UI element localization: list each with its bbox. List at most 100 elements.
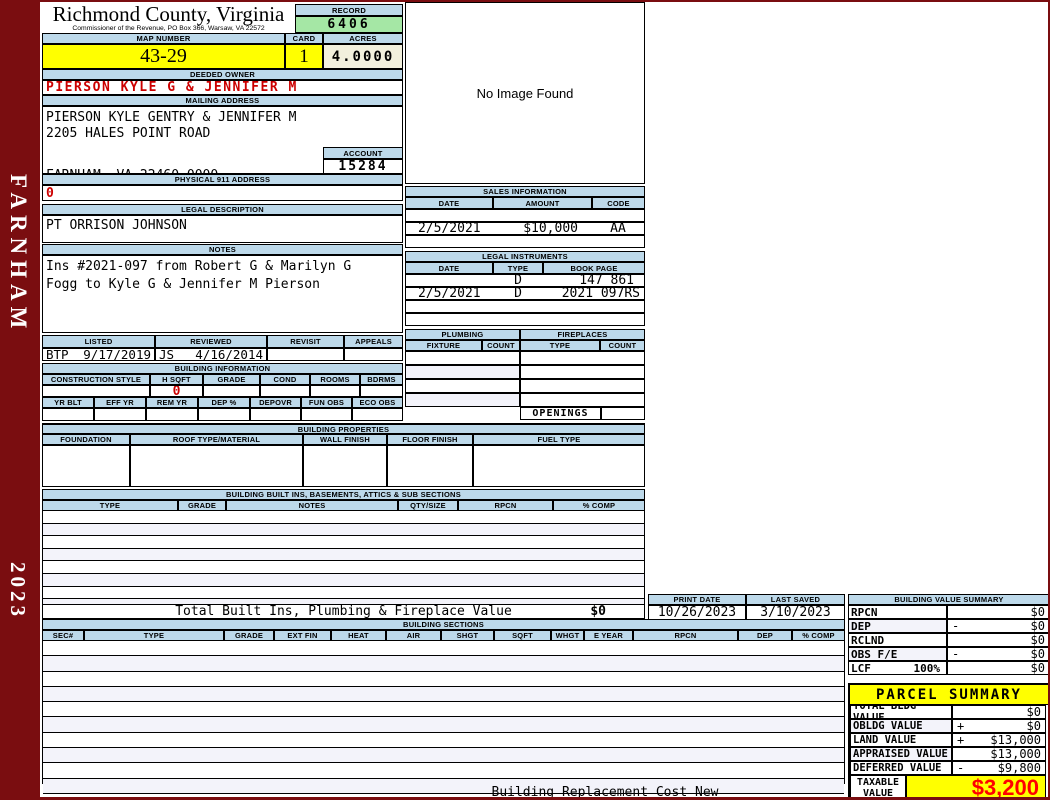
plumbing-fireplaces-column-row: FIXTURE COUNT TYPE COUNT <box>405 340 645 351</box>
revisit-value[interactable] <box>267 348 344 361</box>
reviewed-value[interactable]: JS 4/16/2014 <box>155 348 267 361</box>
district-label: FARNHAM <box>6 174 31 335</box>
plumbing-fireplace-row <box>405 393 645 407</box>
sales-cell[interactable]: $10,000 <box>493 222 592 235</box>
sales-cell[interactable] <box>493 209 592 222</box>
obldg-label: OBLDG VALUE <box>850 719 952 733</box>
fuel-type-value[interactable] <box>473 445 645 487</box>
li-cell[interactable]: 147 861 <box>543 274 645 287</box>
roof-type-value[interactable] <box>130 445 303 487</box>
building-properties-column-row: FOUNDATION ROOF TYPE/MATERIAL WALL FINIS… <box>42 434 645 445</box>
fireplace-cell[interactable] <box>520 379 645 393</box>
parcel-summary-header: PARCEL SUMMARY <box>850 685 1048 705</box>
li-cell[interactable]: 2/5/2021 <box>405 287 493 300</box>
physical-911-value[interactable]: 0 <box>42 185 403 201</box>
hsqft-value[interactable]: 0 <box>150 385 203 397</box>
li-cell[interactable]: D <box>493 287 543 300</box>
plumbing-cell[interactable] <box>405 351 520 365</box>
sales-cell[interactable] <box>592 209 645 222</box>
rooms-value[interactable] <box>310 385 360 397</box>
appeals-value[interactable] <box>344 348 403 361</box>
li-cell[interactable] <box>543 313 645 326</box>
fun-obs-header: FUN OBS <box>301 397 352 408</box>
card-value[interactable]: 1 <box>285 44 323 69</box>
foundation-value[interactable] <box>42 445 130 487</box>
bvs-rclnd-label: RCLND <box>848 633 947 647</box>
eco-obs-header: ECO OBS <box>352 397 403 408</box>
li-cell[interactable] <box>493 300 543 313</box>
rem-yr-value[interactable] <box>146 408 198 421</box>
fireplace-cell[interactable] <box>520 365 645 379</box>
li-cell[interactable] <box>493 313 543 326</box>
li-cell[interactable] <box>405 274 493 287</box>
floor-finish-header: FLOOR FINISH <box>387 434 473 445</box>
li-cell[interactable]: D <box>493 274 543 287</box>
construction-style-value[interactable] <box>42 385 150 397</box>
depovr-value[interactable] <box>250 408 301 421</box>
building-sections-header: BUILDING SECTIONS <box>42 619 845 630</box>
li-cell[interactable] <box>405 300 493 313</box>
eco-obs-value[interactable] <box>352 408 403 421</box>
empty-row <box>43 523 644 537</box>
bvs-obsfe-value: $0 <box>1030 647 1045 661</box>
legal-description-value[interactable]: PT ORRISON JOHNSON <box>42 215 403 243</box>
fireplace-cell[interactable] <box>520 351 645 365</box>
sales-cell[interactable]: 2/5/2021 <box>405 222 493 235</box>
listed-value[interactable]: BTP 9/17/2019 <box>42 348 155 361</box>
bvs-rclnd-value: $0 <box>1030 633 1045 647</box>
roof-type-header: ROOF TYPE/MATERIAL <box>130 434 303 445</box>
fireplace-cell[interactable] <box>520 393 645 407</box>
mailing-line-1: PIERSON KYLE GENTRY & JENNIFER M <box>46 110 297 125</box>
sidebar: FARNHAM 2023 <box>0 2 40 797</box>
cond-value[interactable] <box>260 385 310 397</box>
sales-cell[interactable] <box>493 235 592 248</box>
li-cell[interactable] <box>405 313 493 326</box>
building-properties-header: BUILDING PROPERTIES <box>42 423 645 434</box>
fuel-type-header: FUEL TYPE <box>473 434 645 445</box>
li-cell[interactable] <box>543 300 645 313</box>
mailing-line-2: 2205 HALES POINT ROAD <box>46 126 211 141</box>
bvs-rclnd-value-cell: $0 <box>947 633 1048 647</box>
openings-value[interactable] <box>601 407 645 420</box>
fireplaces-header: FIREPLACES <box>520 329 645 340</box>
plumbing-fireplace-row <box>405 365 645 379</box>
legal-description-header: LEGAL DESCRIPTION <box>42 204 403 215</box>
listed-by: BTP <box>46 348 69 361</box>
map-number-value[interactable]: 43-29 <box>42 44 285 69</box>
account-value: 15284 <box>323 159 403 174</box>
built-ins-column-row: TYPE GRADE NOTES QTY/SIZE RPCN % COMP <box>42 500 645 511</box>
empty-row <box>43 561 644 575</box>
floor-finish-value[interactable] <box>387 445 473 487</box>
plumbing-cell[interactable] <box>405 365 520 379</box>
plumbing-cell[interactable] <box>405 393 520 407</box>
fun-obs-value[interactable] <box>301 408 352 421</box>
sales-cell[interactable]: AA <box>592 222 645 235</box>
empty-row <box>43 671 844 687</box>
eff-yr-value[interactable] <box>94 408 146 421</box>
parcel-summary-panel: PARCEL SUMMARY TOTAL BLDG VALUE $0 OBLDG… <box>848 683 1048 799</box>
sales-cell[interactable] <box>405 235 493 248</box>
deferred-label: DEFERRED VALUE <box>850 761 952 775</box>
bvs-row: OBS F/E - $0 <box>848 647 1048 661</box>
deeded-owner-value[interactable]: PIERSON KYLE G & JENNIFER M <box>42 80 403 95</box>
empty-row <box>43 686 844 703</box>
notes-box[interactable]: Ins #2021-097 from Robert G & Marilyn G … <box>42 255 403 333</box>
sales-code-col: CODE <box>592 197 645 209</box>
print-date-header: PRINT DATE <box>648 594 746 605</box>
bs-dep-col: DEP <box>738 630 792 641</box>
bvs-row: LCF 100% $0 <box>848 661 1048 675</box>
taxable-label-line2: VALUE <box>862 788 894 799</box>
dep-pct-value[interactable] <box>198 408 250 421</box>
li-cell[interactable]: 2021 097RS <box>543 287 645 300</box>
legal-instrument-row: 2/5/2021 D 2021 097RS <box>405 287 645 300</box>
bdrms-value[interactable] <box>360 385 403 397</box>
bvs-lcf-value: $0 <box>1030 661 1045 675</box>
sales-cell[interactable] <box>592 235 645 248</box>
bi-qtysize-col: QTY/SIZE <box>398 500 458 511</box>
sales-cell[interactable] <box>405 209 493 222</box>
grade-value[interactable] <box>203 385 260 397</box>
wall-finish-value[interactable] <box>303 445 387 487</box>
yr-blt-value[interactable] <box>42 408 94 421</box>
acres-value[interactable]: 4.0000 <box>323 44 403 69</box>
plumbing-cell[interactable] <box>405 379 520 393</box>
